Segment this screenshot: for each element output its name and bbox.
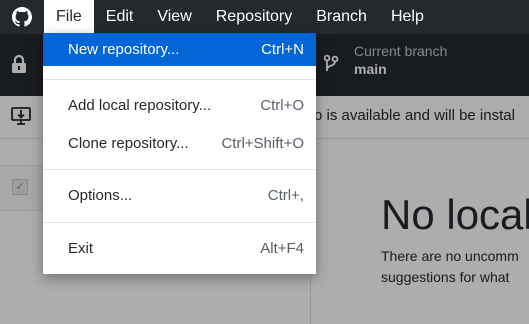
menu-item-clone-repository[interactable]: Clone repository... Ctrl+Shift+O [43, 127, 316, 160]
menu-view[interactable]: View [145, 0, 203, 33]
menu-file[interactable]: File [44, 0, 94, 33]
exit-label: Exit [68, 240, 94, 257]
clone-repository-shortcut: Ctrl+Shift+O [221, 135, 304, 152]
menu-item-exit[interactable]: Exit Alt+F4 [43, 232, 316, 265]
exit-shortcut: Alt+F4 [260, 240, 304, 257]
new-repository-shortcut: Ctrl+N [261, 41, 304, 58]
menu-bar: File Edit View Repository Branch Help [0, 0, 529, 33]
menu-edit[interactable]: Edit [94, 0, 146, 33]
menu-branch[interactable]: Branch [304, 0, 379, 33]
menu-item-options[interactable]: Options... Ctrl+, [43, 179, 316, 212]
file-menu-dropdown: New repository... Ctrl+N Add local repos… [43, 33, 316, 274]
github-logo-icon [0, 0, 44, 33]
options-shortcut: Ctrl+, [267, 187, 304, 204]
menu-separator [43, 222, 316, 223]
menu-separator [43, 169, 316, 170]
menu-repository[interactable]: Repository [204, 0, 304, 33]
clone-repository-label: Clone repository... [68, 135, 189, 152]
menu-item-new-repository[interactable]: New repository... Ctrl+N [43, 33, 316, 66]
add-local-repository-label: Add local repository... [68, 97, 212, 114]
add-local-repository-shortcut: Ctrl+O [260, 97, 304, 114]
options-label: Options... [68, 187, 133, 204]
menu-separator [43, 79, 316, 80]
menu-help[interactable]: Help [379, 0, 436, 33]
menu-item-add-local-repository[interactable]: Add local repository... Ctrl+O [43, 89, 316, 122]
new-repository-label: New repository... [68, 41, 180, 58]
